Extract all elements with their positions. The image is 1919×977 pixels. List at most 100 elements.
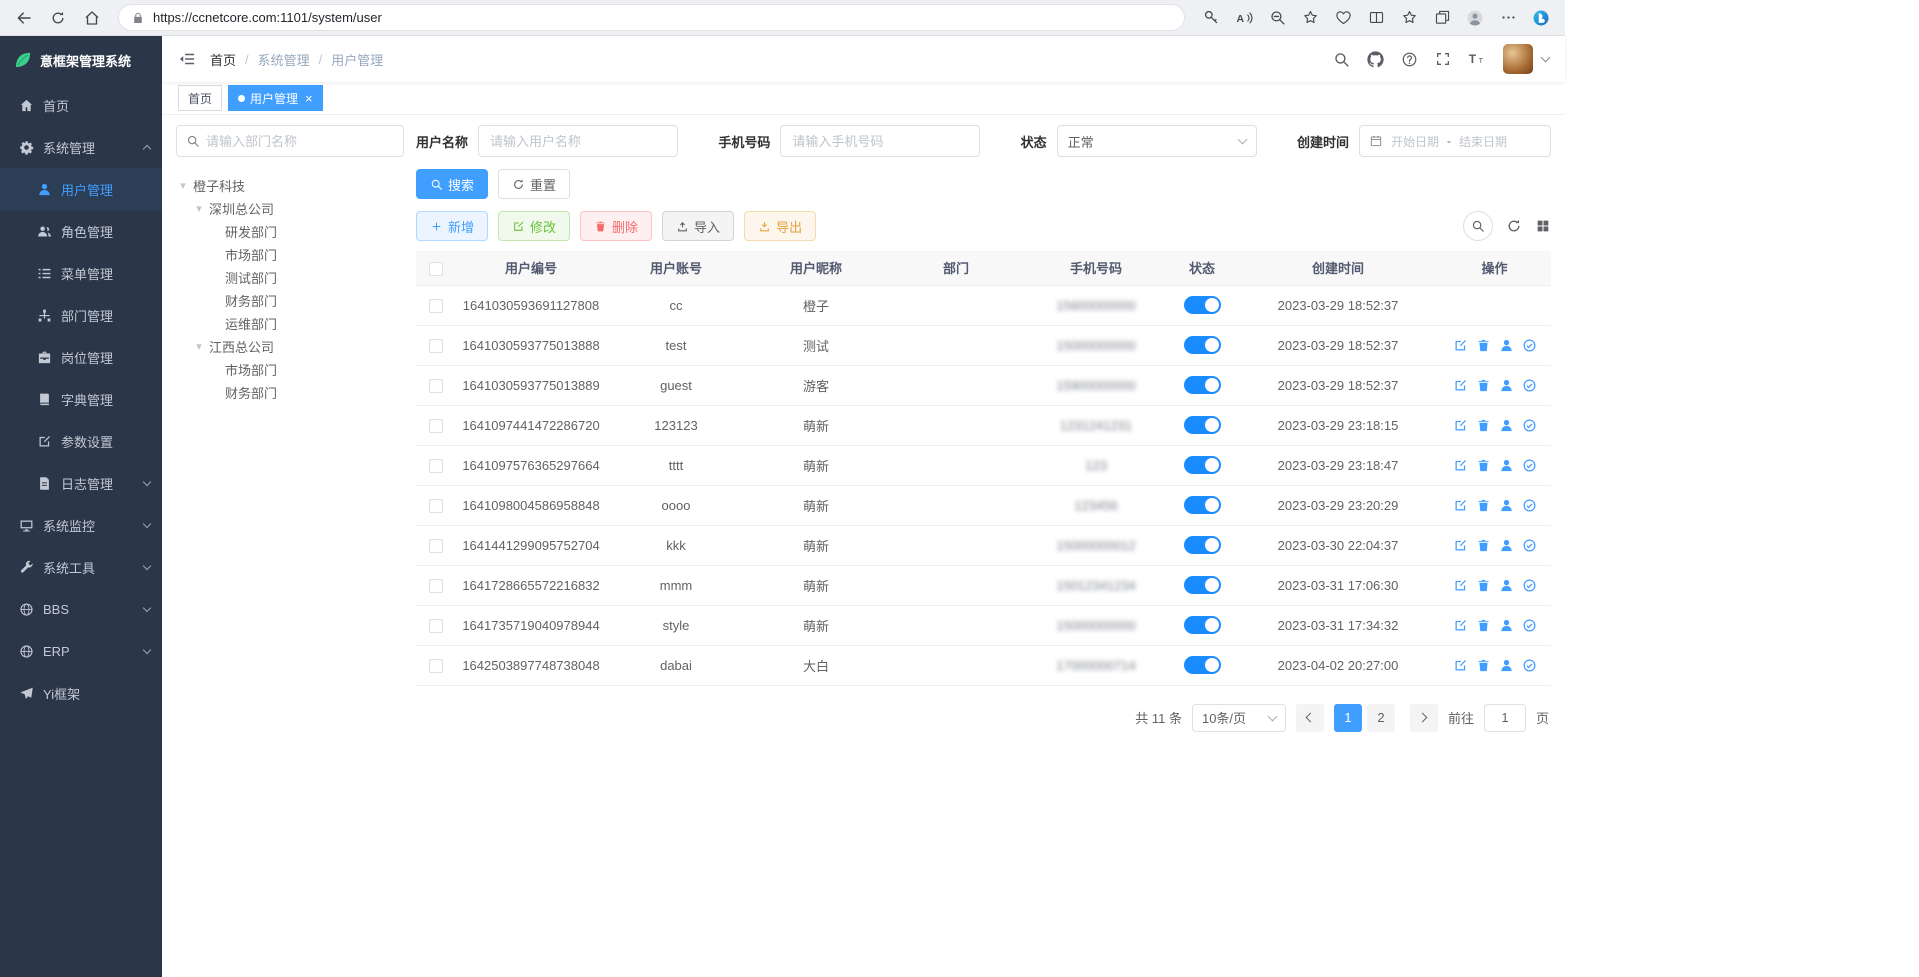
tree-node[interactable]: 市场部门: [176, 243, 404, 266]
assign-role-icon[interactable]: [1522, 338, 1537, 353]
status-select[interactable]: 正常: [1057, 125, 1257, 157]
browser-menu-button[interactable]: [1492, 4, 1524, 32]
browser-profile-button[interactable]: [1459, 4, 1491, 32]
tree-node[interactable]: 财务部门: [176, 289, 404, 312]
delete-button[interactable]: 删除: [580, 211, 652, 241]
tree-node[interactable]: ▾江西总公司: [176, 335, 404, 358]
edit-icon[interactable]: [1453, 658, 1468, 673]
sidebar-item-menu-management[interactable]: 菜单管理: [0, 252, 162, 294]
tree-node[interactable]: 研发部门: [176, 220, 404, 243]
status-toggle[interactable]: [1184, 336, 1221, 354]
delete-icon[interactable]: [1476, 498, 1491, 513]
tree-node[interactable]: 运维部门: [176, 312, 404, 335]
edit-icon[interactable]: [1453, 418, 1468, 433]
reset-password-icon[interactable]: [1499, 338, 1514, 353]
sidebar-item-user-management[interactable]: 用户管理: [0, 168, 162, 210]
edit-icon[interactable]: [1453, 498, 1468, 513]
assign-role-icon[interactable]: [1522, 578, 1537, 593]
next-page-button[interactable]: [1410, 704, 1438, 732]
goto-page-input[interactable]: [1484, 704, 1526, 732]
row-checkbox[interactable]: [429, 579, 443, 593]
assign-role-icon[interactable]: [1522, 538, 1537, 553]
reset-password-icon[interactable]: [1499, 538, 1514, 553]
reset-password-icon[interactable]: [1499, 498, 1514, 513]
reset-password-icon[interactable]: [1499, 658, 1514, 673]
reset-password-icon[interactable]: [1499, 418, 1514, 433]
assign-role-icon[interactable]: [1522, 618, 1537, 633]
sidebar-item-home[interactable]: 首页: [0, 84, 162, 126]
page-button-2[interactable]: 2: [1367, 704, 1395, 732]
read-aloud-button[interactable]: A: [1228, 4, 1260, 32]
back-button[interactable]: [8, 4, 40, 32]
sidebar-item-system-tools[interactable]: 系统工具: [0, 546, 162, 588]
sidebar-item-param-settings[interactable]: 参数设置: [0, 420, 162, 462]
breadcrumb-item[interactable]: 首页: [210, 50, 236, 69]
date-range-picker[interactable]: 开始日期 - 结束日期: [1359, 125, 1551, 157]
sidebar-item-erp[interactable]: ERP: [0, 630, 162, 672]
favorites-button[interactable]: [1393, 4, 1425, 32]
fullscreen-button[interactable]: [1435, 51, 1451, 67]
sidebar-item-dict-management[interactable]: 字典管理: [0, 378, 162, 420]
copilot-button[interactable]: [1525, 4, 1557, 32]
tree-node[interactable]: ▾橙子科技: [176, 174, 404, 197]
dept-search-input[interactable]: [206, 134, 394, 149]
assign-role-icon[interactable]: [1522, 458, 1537, 473]
split-screen-button[interactable]: [1360, 4, 1392, 32]
status-toggle[interactable]: [1184, 456, 1221, 474]
select-all-checkbox[interactable]: [429, 262, 443, 276]
delete-icon[interactable]: [1476, 378, 1491, 393]
assign-role-icon[interactable]: [1522, 418, 1537, 433]
sidebar-item-dept-management[interactable]: 部门管理: [0, 294, 162, 336]
edit-icon[interactable]: [1453, 618, 1468, 633]
delete-icon[interactable]: [1476, 458, 1491, 473]
sidebar-item-role-management[interactable]: 角色管理: [0, 210, 162, 252]
status-toggle[interactable]: [1184, 376, 1221, 394]
assign-role-icon[interactable]: [1522, 378, 1537, 393]
collections-button[interactable]: [1426, 4, 1458, 32]
row-checkbox[interactable]: [429, 339, 443, 353]
edit-icon[interactable]: [1453, 338, 1468, 353]
tab-user-management[interactable]: 用户管理×: [228, 85, 323, 111]
add-button[interactable]: 新增: [416, 211, 488, 241]
export-button[interactable]: 导出: [744, 211, 816, 241]
reset-button[interactable]: 重置: [498, 169, 570, 199]
github-button[interactable]: [1367, 51, 1384, 68]
delete-icon[interactable]: [1476, 538, 1491, 553]
sidebar-item-bbs[interactable]: BBS: [0, 588, 162, 630]
status-toggle[interactable]: [1184, 496, 1221, 514]
reset-password-icon[interactable]: [1499, 458, 1514, 473]
table-columns-button[interactable]: [1535, 218, 1551, 234]
assign-role-icon[interactable]: [1522, 658, 1537, 673]
reset-password-icon[interactable]: [1499, 378, 1514, 393]
breadcrumb-item[interactable]: 系统管理: [258, 50, 310, 69]
reload-button[interactable]: [42, 4, 74, 32]
sidebar-item-yi-framework[interactable]: Yi框架: [0, 672, 162, 714]
sidebar-item-log-management[interactable]: 日志管理: [0, 462, 162, 504]
phone-input[interactable]: [780, 125, 980, 157]
edit-icon[interactable]: [1453, 578, 1468, 593]
delete-icon[interactable]: [1476, 418, 1491, 433]
row-checkbox[interactable]: [429, 619, 443, 633]
breadcrumb-item[interactable]: 用户管理: [331, 50, 383, 69]
delete-icon[interactable]: [1476, 578, 1491, 593]
prev-page-button[interactable]: [1296, 704, 1324, 732]
status-toggle[interactable]: [1184, 296, 1221, 314]
tree-node[interactable]: 测试部门: [176, 266, 404, 289]
font-size-button[interactable]: TT: [1468, 50, 1486, 68]
delete-icon[interactable]: [1476, 658, 1491, 673]
tree-node[interactable]: 财务部门: [176, 381, 404, 404]
status-toggle[interactable]: [1184, 656, 1221, 674]
status-toggle[interactable]: [1184, 536, 1221, 554]
search-button[interactable]: 搜索: [416, 169, 488, 199]
browser-essentials-button[interactable]: [1327, 4, 1359, 32]
add-favorite-button[interactable]: [1294, 4, 1326, 32]
user-avatar[interactable]: [1503, 44, 1533, 74]
tree-node[interactable]: ▾深圳总公司: [176, 197, 404, 220]
sidebar-item-system-management[interactable]: 系统管理: [0, 126, 162, 168]
reset-password-icon[interactable]: [1499, 578, 1514, 593]
row-checkbox[interactable]: [429, 419, 443, 433]
sidebar-item-system-monitor[interactable]: 系统监控: [0, 504, 162, 546]
row-checkbox[interactable]: [429, 659, 443, 673]
table-search-toggle-button[interactable]: [1463, 211, 1493, 241]
edit-icon[interactable]: [1453, 538, 1468, 553]
